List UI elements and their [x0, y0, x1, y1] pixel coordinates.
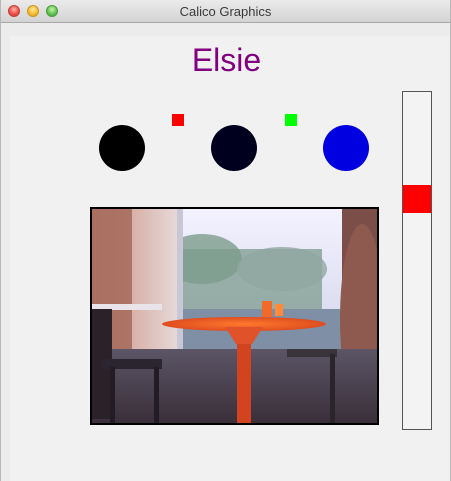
right-led-square [285, 114, 297, 126]
calico-graphics-window: Calico Graphics Elsie [0, 0, 451, 481]
right-sensor-circle [323, 125, 369, 171]
speed-slider[interactable] [402, 91, 432, 430]
window-title: Calico Graphics [179, 4, 272, 19]
title-bar[interactable]: Calico Graphics [1, 0, 450, 23]
camera-picture [90, 207, 379, 425]
robot-name-label: Elsie [191, 42, 262, 78]
left-led-square [172, 114, 184, 126]
left-sensor-circle [99, 125, 145, 171]
slider-thumb[interactable] [403, 185, 431, 213]
center-sensor-circle [211, 125, 257, 171]
camera-image [92, 209, 377, 423]
